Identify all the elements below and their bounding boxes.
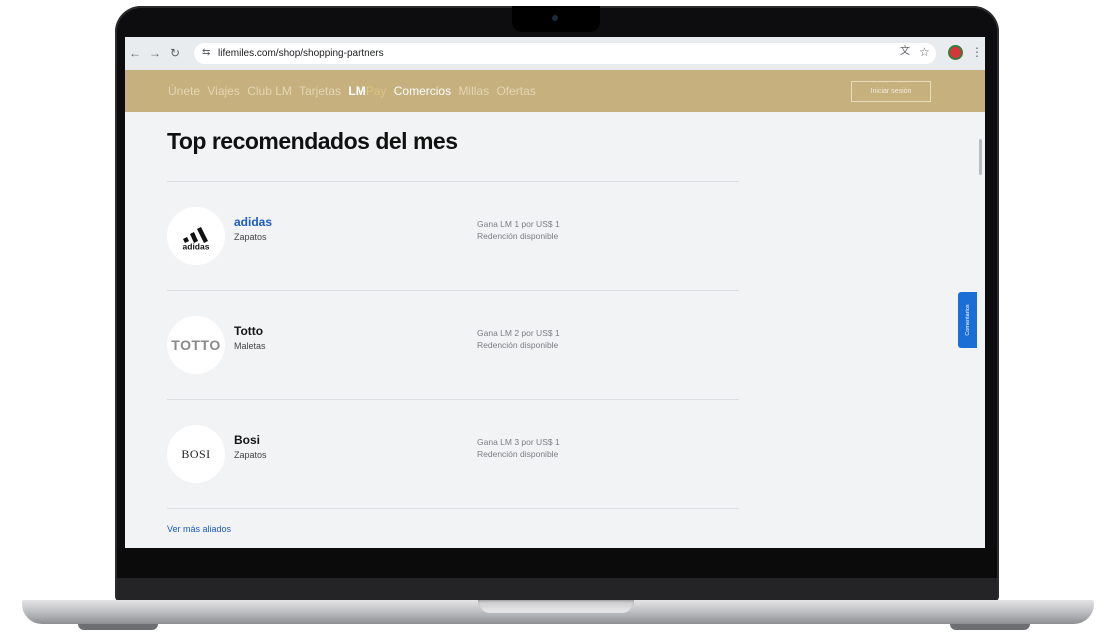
divider xyxy=(167,399,739,400)
partner-row-bosi[interactable]: BOSI Bosi Zapatos Gana LM 3 por US$ 1 Re… xyxy=(167,425,739,525)
main-nav: Únete Viajes Club LM Tarjetas LMPay Come… xyxy=(168,84,540,98)
lid-opening-notch xyxy=(478,600,634,613)
nav-viajes[interactable]: Viajes xyxy=(207,84,239,98)
redemption-status: Redención disponible xyxy=(477,449,559,459)
feedback-label: Comentarios xyxy=(964,304,971,336)
back-arrow-icon[interactable]: ← xyxy=(129,46,141,60)
partner-category: Maletas xyxy=(234,341,266,351)
address-bar[interactable]: ⇆ lifemiles.com/shop/shopping-partners xyxy=(194,43,936,64)
divider xyxy=(167,181,739,182)
earn-rate: Gana LM 1 por US$ 1 xyxy=(477,219,560,229)
divider xyxy=(167,508,739,509)
nav-comercios[interactable]: Comercios xyxy=(394,84,451,98)
nav-ofertas[interactable]: Ofertas xyxy=(496,84,535,98)
laptop-foot xyxy=(950,624,1030,630)
forward-arrow-icon[interactable]: → xyxy=(149,46,161,60)
bosi-logo-text: BOSI xyxy=(181,446,211,461)
scrollbar-thumb[interactable] xyxy=(979,139,982,175)
url-text[interactable]: lifemiles.com/shop/shopping-partners xyxy=(218,48,384,59)
site-settings-icon[interactable]: ⇆ xyxy=(202,47,210,58)
totto-logo-text: TOTTO xyxy=(171,337,221,353)
nav-lm-label: LM xyxy=(348,84,366,98)
redemption-status: Redención disponible xyxy=(477,340,559,350)
site-header: Únete Viajes Club LM Tarjetas LMPay Come… xyxy=(125,70,985,112)
partner-category: Zapatos xyxy=(234,450,267,460)
browser-toolbar: ← → ↻ ⇆ lifemiles.com/shop/shopping-part… xyxy=(125,37,985,71)
partner-logo: adidas xyxy=(167,207,225,265)
laptop-screen: ← → ↻ ⇆ lifemiles.com/shop/shopping-part… xyxy=(125,37,985,548)
partner-name[interactable]: Totto xyxy=(234,324,263,338)
divider xyxy=(167,290,739,291)
reload-icon[interactable]: ↻ xyxy=(170,46,180,60)
translate-icon[interactable]: 文 xyxy=(900,45,910,59)
login-button[interactable]: Iniciar sesión xyxy=(851,81,931,102)
laptop-foot xyxy=(78,624,158,630)
partner-row-adidas[interactable]: adidas adidas Zapatos Gana LM 1 por US$ … xyxy=(167,207,739,307)
adidas-logo-text: adidas xyxy=(183,242,210,252)
nav-lm-pay[interactable]: LMPay xyxy=(348,84,386,98)
profile-icon[interactable] xyxy=(950,47,961,58)
menu-dots-icon[interactable]: ⋮ xyxy=(971,45,983,59)
camera-icon xyxy=(552,15,558,21)
feedback-tab[interactable]: Comentarios xyxy=(958,292,977,348)
page-title: Top recomendados del mes xyxy=(167,128,458,154)
hinge-strip xyxy=(117,578,997,600)
bookmark-star-icon[interactable]: ☆ xyxy=(919,45,930,59)
see-more-partners-link[interactable]: Ver más aliados xyxy=(167,524,231,534)
partner-logo: BOSI xyxy=(167,425,225,483)
earn-rate: Gana LM 2 por US$ 1 xyxy=(477,328,560,338)
earn-rate: Gana LM 3 por US$ 1 xyxy=(477,437,560,447)
partner-row-totto[interactable]: TOTTO Totto Maletas Gana LM 2 por US$ 1 … xyxy=(167,316,739,416)
partner-name[interactable]: Bosi xyxy=(234,433,260,447)
partner-logo: TOTTO xyxy=(167,316,225,374)
screen-bottom-bezel xyxy=(117,548,997,578)
nav-millas[interactable]: Millas xyxy=(458,84,489,98)
nav-tarjetas[interactable]: Tarjetas xyxy=(299,84,341,98)
nav-club-lm[interactable]: Club LM xyxy=(247,84,292,98)
partner-category: Zapatos xyxy=(234,232,267,242)
redemption-status: Redención disponible xyxy=(477,231,559,241)
nav-pay-label: Pay xyxy=(365,84,387,98)
nav-unete[interactable]: Únete xyxy=(168,84,200,98)
partner-name[interactable]: adidas xyxy=(234,215,272,229)
adidas-logo-icon: adidas xyxy=(183,227,210,252)
